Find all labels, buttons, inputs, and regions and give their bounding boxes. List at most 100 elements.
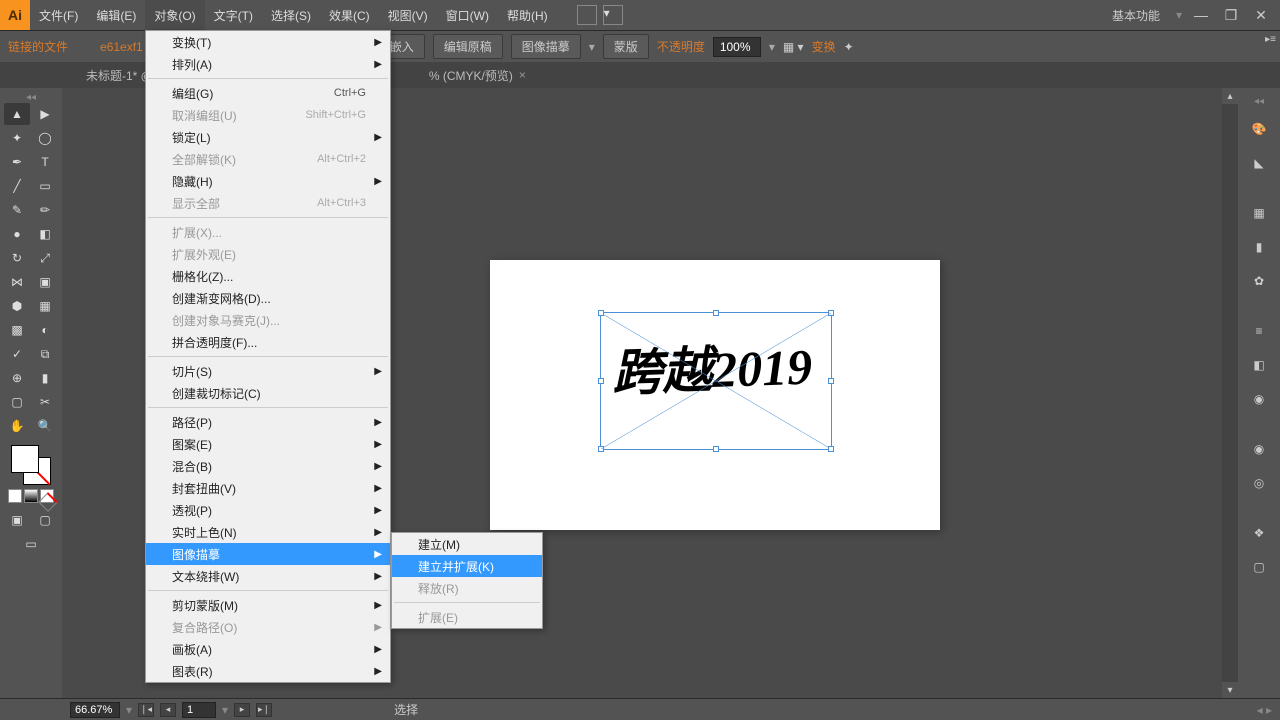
menu-item-3[interactable]: 文字(T) (205, 0, 262, 30)
object-menu-item-13[interactable]: 创建渐变网格(D)... (146, 287, 390, 309)
object-menu-item-25[interactable]: 实时上色(N)▶ (146, 521, 390, 543)
handle-br[interactable] (828, 446, 834, 452)
menu-item-5[interactable]: 效果(C) (320, 0, 379, 30)
object-menu-item-5[interactable]: 锁定(L)▶ (146, 126, 390, 148)
handle-tc[interactable] (713, 310, 719, 316)
perspective-tool[interactable]: ▦ (32, 295, 58, 317)
object-menu-item-0[interactable]: 变换(T)▶ (146, 31, 390, 53)
symbol-sprayer-tool[interactable]: ⊕ (4, 367, 30, 389)
screen-mode-3[interactable]: ▭ (18, 533, 44, 555)
pencil-tool[interactable]: ✏ (32, 199, 58, 221)
expand-controlbar-icon[interactable]: ▸≡ (1265, 34, 1276, 45)
transparency-panel-icon[interactable]: ◉ (1247, 387, 1271, 411)
fill-stroke-swatch[interactable] (11, 445, 51, 485)
scale-tool[interactable]: ⤢ (32, 247, 58, 269)
line-tool[interactable]: ╱ (4, 175, 30, 197)
eyedropper-tool[interactable]: ✓ (4, 343, 30, 365)
handle-mr[interactable] (828, 378, 834, 384)
menu-item-1[interactable]: 编辑(E) (87, 0, 145, 30)
object-menu-item-23[interactable]: 封套扭曲(V)▶ (146, 477, 390, 499)
menubar-icon-1[interactable] (577, 5, 597, 25)
transform-icon[interactable]: ✦ (844, 40, 854, 54)
object-menu-item-32[interactable]: 图表(R)▶ (146, 660, 390, 682)
align-icon[interactable]: ▦ ▾ (783, 40, 804, 54)
free-transform-tool[interactable]: ▣ (32, 271, 58, 293)
handle-bl[interactable] (598, 446, 604, 452)
appearance-panel-icon[interactable]: ◉ (1247, 437, 1271, 461)
artboard-number-input[interactable] (182, 702, 216, 718)
last-artboard-button[interactable]: ▸❘ (256, 703, 272, 717)
image-trace-item-1[interactable]: 建立并扩展(K) (392, 555, 542, 577)
gradient-panel-icon[interactable]: ◧ (1247, 353, 1271, 377)
scroll-down-icon[interactable]: ▾ (1222, 682, 1238, 698)
width-tool[interactable]: ⋈ (4, 271, 30, 293)
object-menu-item-22[interactable]: 混合(B)▶ (146, 455, 390, 477)
type-tool[interactable]: T (32, 151, 58, 173)
blend-tool[interactable]: ⧉ (32, 343, 58, 365)
shape-builder-tool[interactable]: ⬢ (4, 295, 30, 317)
rotate-tool[interactable]: ↻ (4, 247, 30, 269)
brush-tool[interactable]: ✎ (4, 199, 30, 221)
object-menu-item-15[interactable]: 拼合透明度(F)... (146, 331, 390, 353)
handle-tl[interactable] (598, 310, 604, 316)
object-menu-item-31[interactable]: 画板(A)▶ (146, 638, 390, 660)
object-menu-item-21[interactable]: 图案(E)▶ (146, 433, 390, 455)
handle-bc[interactable] (713, 446, 719, 452)
stroke-panel-icon[interactable]: ≡ (1247, 319, 1271, 343)
handle-ml[interactable] (598, 378, 604, 384)
blob-brush-tool[interactable]: ● (4, 223, 30, 245)
prev-artboard-button[interactable]: ◂ (160, 703, 176, 717)
transform-label[interactable]: 变换 (812, 38, 836, 55)
linked-file-label[interactable]: 链接的文件 (8, 38, 68, 55)
color-panel-icon[interactable]: 🎨 (1247, 117, 1271, 141)
object-menu-item-27[interactable]: 文本绕排(W)▶ (146, 565, 390, 587)
rectangle-tool[interactable]: ▭ (32, 175, 58, 197)
slice-tool[interactable]: ✂ (32, 391, 58, 413)
graph-tool[interactable]: ▮ (32, 367, 58, 389)
close-tab-icon[interactable]: × (519, 68, 526, 82)
brushes-panel-icon[interactable]: ▮ (1247, 235, 1271, 259)
object-menu-item-17[interactable]: 切片(S)▶ (146, 360, 390, 382)
object-menu-item-20[interactable]: 路径(P)▶ (146, 411, 390, 433)
menu-item-8[interactable]: 帮助(H) (498, 0, 557, 30)
next-artboard-button[interactable]: ▸ (234, 703, 250, 717)
object-menu-item-18[interactable]: 创建裁切标记(C) (146, 382, 390, 404)
color-mode-switches[interactable] (8, 489, 54, 503)
color-guide-panel-icon[interactable]: ◣ (1247, 151, 1271, 175)
zoom-input[interactable] (70, 702, 120, 718)
pen-tool[interactable]: ✒ (4, 151, 30, 173)
object-menu-item-12[interactable]: 栅格化(Z)... (146, 265, 390, 287)
symbols-panel-icon[interactable]: ✿ (1247, 269, 1271, 293)
document-tab-main[interactable]: % (CMYK/预览) × (417, 62, 538, 88)
object-menu-item-29[interactable]: 剪切蒙版(M)▶ (146, 594, 390, 616)
artboards-panel-icon[interactable]: ▢ (1247, 555, 1271, 579)
object-menu-item-26[interactable]: 图像描摹▶ (146, 543, 390, 565)
menu-item-4[interactable]: 选择(S) (262, 0, 320, 30)
opacity-input[interactable] (713, 37, 761, 57)
object-menu-item-24[interactable]: 透视(P)▶ (146, 499, 390, 521)
menu-item-0[interactable]: 文件(F) (30, 0, 87, 30)
workspace-label[interactable]: 基本功能 (1104, 7, 1168, 24)
menu-item-6[interactable]: 视图(V) (379, 0, 437, 30)
direct-selection-tool[interactable]: ▶ (32, 103, 58, 125)
close-button[interactable]: ✕ (1250, 6, 1272, 24)
mask-button[interactable]: 蒙版 (603, 34, 649, 59)
swatches-panel-icon[interactable]: ▦ (1247, 201, 1271, 225)
object-menu-item-3[interactable]: 编组(G)Ctrl+G (146, 82, 390, 104)
menu-item-7[interactable]: 窗口(W) (437, 0, 498, 30)
vertical-scrollbar[interactable]: ▴ ▾ (1222, 88, 1238, 698)
edit-original-button[interactable]: 编辑原稿 (433, 34, 503, 59)
image-trace-item-0[interactable]: 建立(M) (392, 533, 542, 555)
minimize-button[interactable]: — (1190, 6, 1212, 24)
graphic-styles-panel-icon[interactable]: ◎ (1247, 471, 1271, 495)
first-artboard-button[interactable]: ❘◂ (138, 703, 154, 717)
artboard-tool[interactable]: ▢ (4, 391, 30, 413)
object-menu-item-1[interactable]: 排列(A)▶ (146, 53, 390, 75)
selection-bounding-box[interactable] (600, 312, 832, 450)
eraser-tool[interactable]: ◧ (32, 223, 58, 245)
layers-panel-icon[interactable]: ❖ (1247, 521, 1271, 545)
hand-tool[interactable]: ✋ (4, 415, 30, 437)
screen-mode-1[interactable]: ▣ (4, 509, 30, 531)
gradient-tool[interactable]: ◐ (32, 319, 58, 341)
image-trace-button[interactable]: 图像描摹 (511, 34, 581, 59)
